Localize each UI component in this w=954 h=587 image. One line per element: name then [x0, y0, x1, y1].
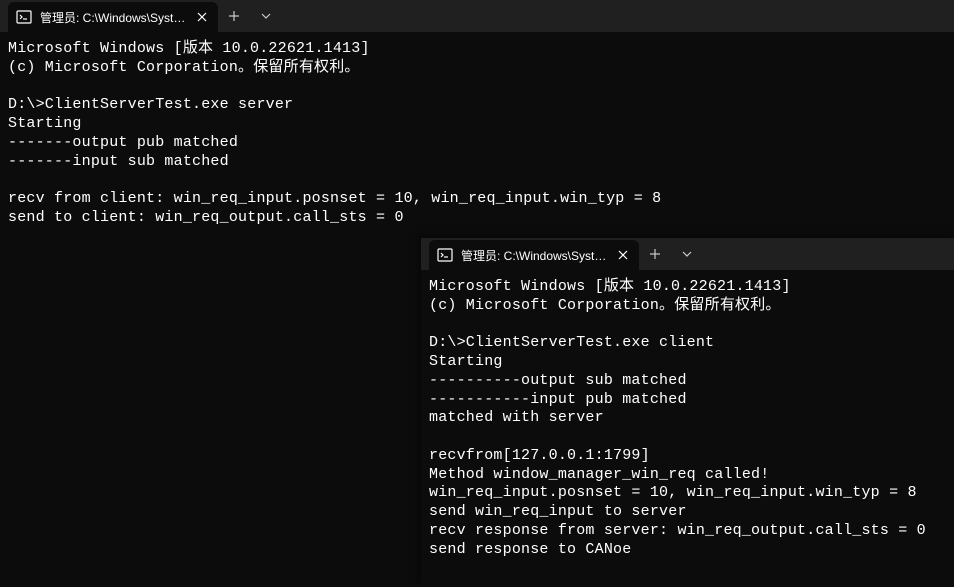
terminal-icon [16, 9, 32, 25]
terminal-output-client: Microsoft Windows [版本 10.0.22621.1413] (… [421, 270, 954, 567]
tab-bar: 管理员: C:\Windows\System32 [0, 0, 954, 32]
terminal-icon [437, 247, 453, 263]
tab-server[interactable]: 管理员: C:\Windows\System32 [8, 2, 218, 32]
close-icon[interactable] [194, 9, 210, 25]
new-tab-button[interactable] [639, 238, 671, 270]
tab-title: 管理员: C:\Windows\System32 [461, 247, 607, 264]
dropdown-button[interactable] [671, 238, 703, 270]
tab-title: 管理员: C:\Windows\System32 [40, 9, 186, 26]
close-icon[interactable] [615, 247, 631, 263]
tab-controls [639, 238, 703, 270]
new-tab-button[interactable] [218, 0, 250, 32]
terminal-window-client: 管理员: C:\Windows\System32 Micr [421, 238, 954, 587]
dropdown-button[interactable] [250, 0, 282, 32]
tab-controls [218, 0, 282, 32]
tab-bar: 管理员: C:\Windows\System32 [421, 238, 954, 270]
terminal-output-server: Microsoft Windows [版本 10.0.22621.1413] (… [0, 32, 954, 236]
tab-client[interactable]: 管理员: C:\Windows\System32 [429, 240, 639, 270]
